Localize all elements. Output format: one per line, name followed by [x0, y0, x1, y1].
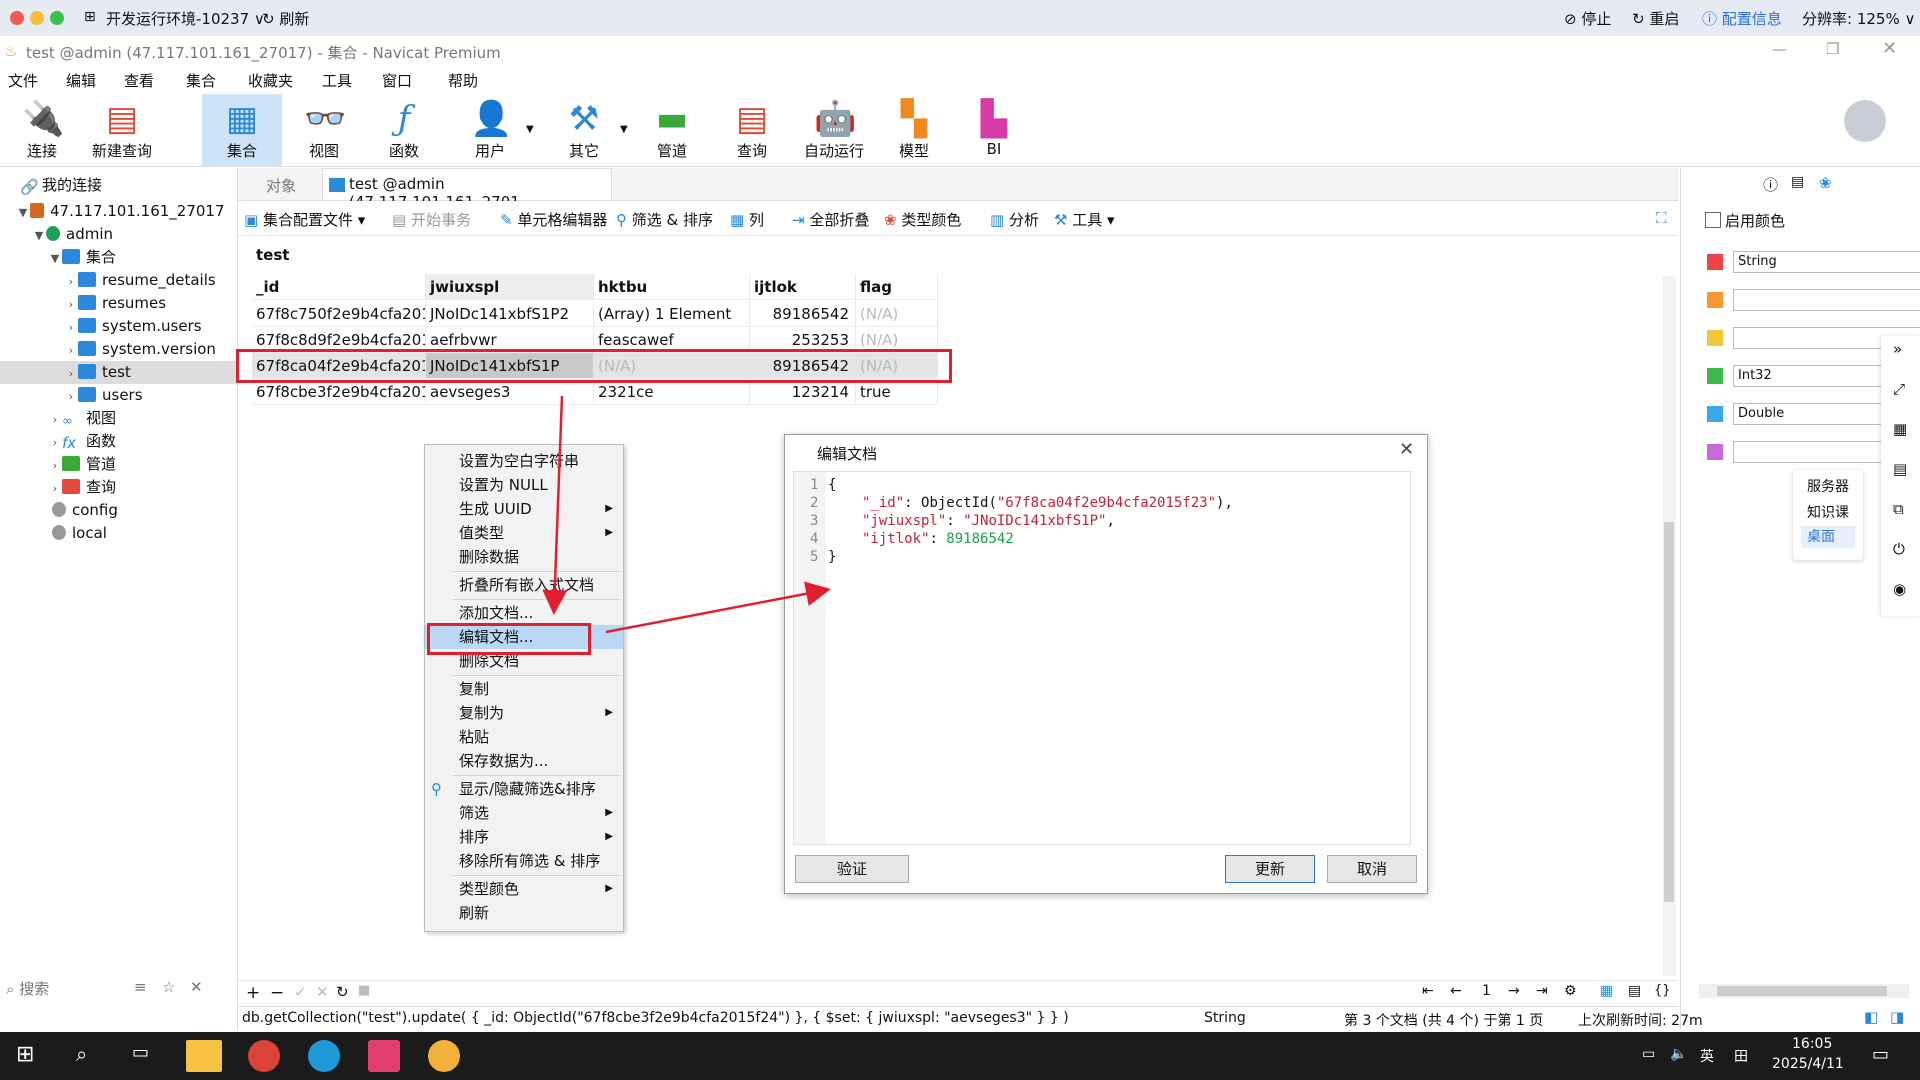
network-icon[interactable]: ▭ — [1642, 1046, 1655, 1062]
windows-start-icon[interactable]: ⊞ — [16, 1042, 34, 1067]
ime-indicator[interactable]: 田 — [1734, 1046, 1748, 1066]
notification-icon[interactable]: ▭ — [1872, 1044, 1889, 1065]
arrow-to-menu — [542, 395, 568, 615]
file-explorer-icon[interactable] — [186, 1040, 222, 1072]
navicat-icon[interactable] — [428, 1040, 460, 1072]
clock-time[interactable]: 16:05 — [1792, 1036, 1832, 1052]
edge-icon[interactable] — [308, 1040, 340, 1072]
jetbrains-icon[interactable] — [368, 1040, 400, 1072]
annotation-arrows — [542, 395, 831, 634]
language-indicator[interactable]: 英 — [1700, 1046, 1714, 1066]
search-icon[interactable]: ⌕ — [76, 1042, 87, 1066]
chrome-icon[interactable] — [248, 1040, 280, 1072]
windows-taskbar: ⊞ ⌕ ▭ ▭ 🔈 英 田 16:05 2025/4/11 ▭ — [0, 1032, 1920, 1080]
arrow-to-dialog — [605, 581, 831, 634]
volume-icon[interactable]: 🔈 — [1670, 1046, 1687, 1062]
clock-date[interactable]: 2025/4/11 — [1772, 1056, 1844, 1072]
task-view-icon[interactable]: ▭ — [132, 1042, 149, 1063]
